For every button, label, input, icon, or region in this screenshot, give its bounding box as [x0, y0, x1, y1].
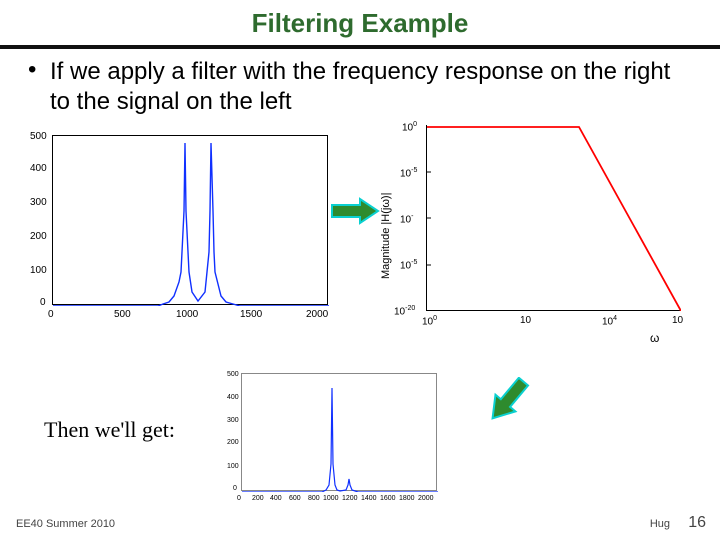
- ytick: 200: [227, 439, 239, 446]
- ytick: 400: [227, 394, 239, 401]
- ytick: 300: [30, 197, 47, 208]
- ytick: 10-20: [394, 305, 415, 317]
- arrow-down-left-icon: [480, 377, 536, 423]
- output-spectrum-line: [242, 374, 438, 492]
- xtick: 10: [520, 315, 531, 326]
- xtick: 200: [252, 495, 264, 502]
- footer-right: Hug: [650, 518, 670, 530]
- title-area: Filtering Example: [0, 0, 720, 39]
- xtick: 104: [602, 315, 617, 327]
- footer-left: EE40 Summer 2010: [16, 518, 115, 530]
- xtick: 10: [672, 315, 683, 326]
- ytick: 100: [227, 463, 239, 470]
- chart-output-spectrum: 0 200 400 600 800 1000 1200 1400 1600 18…: [215, 367, 445, 517]
- ytick: 500: [227, 371, 239, 378]
- arrow-right-icon: [330, 197, 380, 225]
- xtick: 1800: [399, 495, 415, 502]
- xtick: 1500: [240, 309, 262, 320]
- ytick: 500: [30, 131, 47, 142]
- y-axis-label: Magnitude |H(jω)|: [380, 193, 392, 279]
- xtick: 400: [270, 495, 282, 502]
- xtick: 1600: [380, 495, 396, 502]
- plot-area: [426, 125, 680, 311]
- xtick: 0: [48, 309, 54, 320]
- xtick: 1000: [176, 309, 198, 320]
- ytick: 10-: [400, 213, 413, 225]
- charts-row: 0 500 1000 1500 2000 0 100 200 300 400 5…: [0, 117, 720, 377]
- xtick: 600: [289, 495, 301, 502]
- xtick: 1400: [361, 495, 377, 502]
- xtick: 0: [237, 495, 241, 502]
- slide-title: Filtering Example: [252, 8, 469, 39]
- ytick: 200: [30, 231, 47, 242]
- title-rule: [0, 45, 720, 49]
- page-number: 16: [688, 514, 706, 532]
- ytick: 300: [227, 417, 239, 424]
- xtick: 1200: [342, 495, 358, 502]
- xtick: 2000: [418, 495, 434, 502]
- xtick: 500: [114, 309, 131, 320]
- chart-input-spectrum: 0 500 1000 1500 2000 0 100 200 300 400 5…: [18, 127, 338, 327]
- bullet-text: If we apply a filter with the frequency …: [0, 55, 720, 117]
- xtick: 1000: [323, 495, 339, 502]
- then-text: Then we'll get:: [44, 417, 175, 443]
- ytick: 100: [30, 265, 47, 276]
- ytick: 400: [30, 163, 47, 174]
- slide: Filtering Example If we apply a filter w…: [0, 0, 720, 540]
- ytick: 10-5: [400, 167, 417, 179]
- xtick: 100: [422, 315, 437, 327]
- ytick: 100: [402, 121, 417, 133]
- xtick: 2000: [306, 309, 328, 320]
- filter-response-line: [427, 125, 681, 311]
- ytick: 10-5: [400, 259, 417, 271]
- chart-filter-response: Magnitude |H(jω)| ω 100 10-5 10- 10-5 10…: [370, 119, 700, 349]
- plot-area: [52, 135, 328, 305]
- ytick: 0: [40, 297, 46, 308]
- result-row: Then we'll get: 0 200 400 600 800 1000 1…: [0, 377, 720, 537]
- ytick: 0: [233, 485, 237, 492]
- xtick: 800: [308, 495, 320, 502]
- input-spectrum-line: [53, 136, 329, 306]
- x-axis-label: ω: [650, 331, 659, 345]
- plot-area: [241, 373, 437, 491]
